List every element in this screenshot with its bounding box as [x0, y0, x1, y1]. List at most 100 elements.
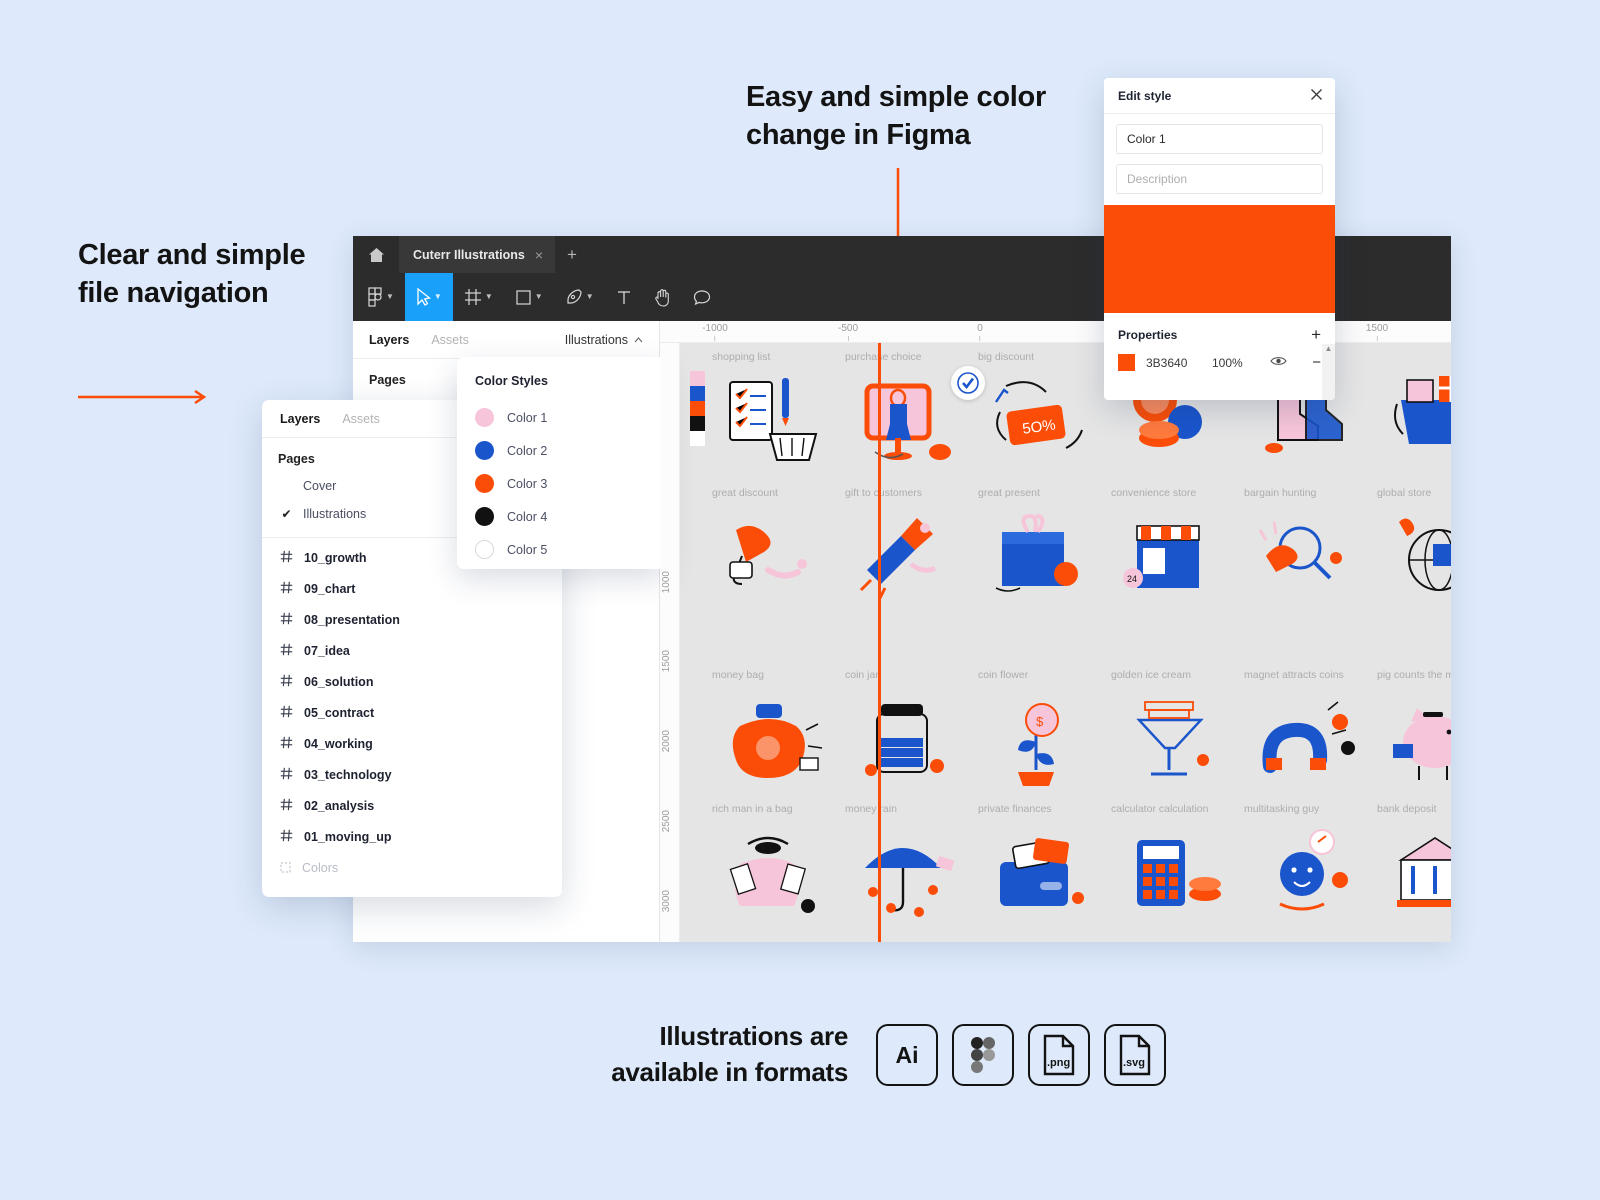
- canvas-swatch: [690, 416, 705, 431]
- format-svg[interactable]: .svg: [1104, 1024, 1166, 1086]
- color-preview[interactable]: [1104, 205, 1335, 313]
- illustration-cell[interactable]: magnet attracts coins: [1244, 669, 1378, 804]
- property-hex[interactable]: 3B3640: [1146, 356, 1212, 370]
- frame-item[interactable]: 05_contract: [262, 697, 562, 728]
- frame-item[interactable]: 02_analysis: [262, 790, 562, 821]
- color-style-item[interactable]: Color 3: [475, 467, 665, 500]
- menu-tool[interactable]: ▼: [357, 273, 405, 321]
- add-property-button[interactable]: +: [1311, 326, 1321, 343]
- illustration-art[interactable]: [1377, 356, 1451, 474]
- illustration-cell[interactable]: money rain: [845, 803, 979, 938]
- frame-tool[interactable]: ▼: [453, 273, 504, 321]
- illustration-cell[interactable]: global store: [1377, 487, 1451, 622]
- hand-tool[interactable]: [643, 273, 682, 321]
- illustration-art[interactable]: [845, 686, 979, 804]
- scroll-up-icon[interactable]: ▲: [1322, 344, 1335, 353]
- tab-layers[interactable]: Layers: [280, 412, 320, 426]
- illustration-cell[interactable]: bank deposit: [1377, 803, 1451, 938]
- illustration-cell[interactable]: purchase choice: [845, 351, 985, 486]
- pen-tool[interactable]: ▼: [554, 273, 605, 321]
- illustration-art[interactable]: [978, 820, 1112, 938]
- canvas-content[interactable]: shopping list purchase choice big discou…: [680, 343, 1451, 942]
- format-png[interactable]: .png: [1028, 1024, 1090, 1086]
- current-page-selector[interactable]: Illustrations: [565, 333, 643, 347]
- eye-icon[interactable]: [1270, 355, 1287, 370]
- remove-property-button[interactable]: −: [1312, 355, 1321, 370]
- tab-assets[interactable]: Assets: [431, 333, 469, 347]
- illustration-cell[interactable]: money bag: [712, 669, 846, 804]
- illustration-art[interactable]: [1377, 504, 1451, 622]
- illustration-cell[interactable]: great present: [978, 487, 1112, 622]
- illustration-cell[interactable]: calculator calculation: [1111, 803, 1245, 938]
- tab-layers[interactable]: Layers: [369, 333, 409, 347]
- tab-assets[interactable]: Assets: [342, 412, 380, 426]
- illustration-cell[interactable]: great discount: [712, 487, 846, 622]
- color-style-item[interactable]: Color 1: [475, 401, 665, 434]
- format-figma[interactable]: [952, 1024, 1014, 1086]
- illustration-art[interactable]: [1244, 686, 1378, 804]
- file-tab[interactable]: Cuterr Illustrations ×: [399, 236, 556, 273]
- file-tab-label: Cuterr Illustrations: [413, 247, 525, 262]
- illustration-art[interactable]: [1111, 686, 1245, 804]
- illustration-art[interactable]: [1377, 820, 1451, 938]
- illustration-cell[interactable]: convenience store 24: [1111, 487, 1245, 622]
- panel-scrollbar[interactable]: ▲: [1322, 344, 1335, 400]
- new-tab-button[interactable]: +: [555, 236, 589, 273]
- illustration-art[interactable]: [712, 686, 846, 804]
- illustration-cell[interactable]: coin flower $: [978, 669, 1112, 804]
- illustration-cell[interactable]: big discount 5O%: [978, 351, 1112, 486]
- frame-item[interactable]: 01_moving_up: [262, 821, 562, 852]
- frame-item[interactable]: Colors: [262, 852, 562, 883]
- color-style-item[interactable]: Color 4: [475, 500, 665, 533]
- close-icon[interactable]: [1310, 88, 1323, 104]
- illustration-art[interactable]: [712, 820, 846, 938]
- illustration-cell[interactable]: shopping list: [712, 351, 846, 486]
- property-swatch[interactable]: [1118, 354, 1135, 371]
- frame-label: 08_presentation: [304, 612, 400, 627]
- component-icon: [280, 860, 291, 876]
- illustration-cell[interactable]: [1377, 351, 1451, 474]
- illustration-art[interactable]: 24: [1111, 504, 1245, 622]
- shape-tool[interactable]: ▼: [504, 273, 554, 321]
- color-style-item[interactable]: Color 5: [475, 533, 665, 566]
- frame-item[interactable]: 09_chart: [262, 573, 562, 604]
- comment-tool[interactable]: [682, 273, 722, 321]
- style-name-input[interactable]: Color 1: [1116, 124, 1323, 154]
- illustration-art[interactable]: [978, 504, 1112, 622]
- illustration-art[interactable]: [1377, 686, 1451, 804]
- illustration-cell[interactable]: pig counts the mo: [1377, 669, 1451, 804]
- color-style-label: Color 5: [507, 542, 548, 557]
- frame-item[interactable]: 07_idea: [262, 635, 562, 666]
- illustration-art[interactable]: [845, 820, 979, 938]
- home-button[interactable]: [353, 236, 399, 273]
- canvas[interactable]: -1000-50005001000150040004500 1000150020…: [660, 321, 1451, 942]
- illustration-art[interactable]: [1244, 820, 1378, 938]
- illustration-art[interactable]: $: [978, 686, 1112, 804]
- illustration-art[interactable]: [712, 504, 846, 622]
- frame-item[interactable]: 03_technology: [262, 759, 562, 790]
- text-tool[interactable]: [605, 273, 643, 321]
- illustration-art[interactable]: [845, 366, 985, 486]
- illustration-cell[interactable]: coin jar: [845, 669, 979, 804]
- illustration-cell[interactable]: rich man in a bag: [712, 803, 846, 938]
- format-ai[interactable]: Ai: [876, 1024, 938, 1086]
- square-icon: [516, 289, 531, 305]
- frame-item[interactable]: 06_solution: [262, 666, 562, 697]
- illustration-art[interactable]: [845, 504, 979, 622]
- illustration-art[interactable]: [712, 368, 846, 486]
- illustration-cell[interactable]: private finances: [978, 803, 1112, 938]
- property-opacity[interactable]: 100%: [1212, 356, 1270, 370]
- move-tool[interactable]: ▼: [404, 273, 453, 321]
- illustration-art[interactable]: [1111, 820, 1245, 938]
- style-description-input[interactable]: Description: [1116, 164, 1323, 194]
- close-icon[interactable]: ×: [535, 247, 543, 263]
- frame-item[interactable]: 08_presentation: [262, 604, 562, 635]
- frame-item[interactable]: 04_working: [262, 728, 562, 759]
- illustration-cell[interactable]: bargain hunting: [1244, 487, 1378, 622]
- illustration-art[interactable]: 5O%: [978, 368, 1112, 486]
- illustration-cell[interactable]: multitasking guy: [1244, 803, 1378, 938]
- illustration-art[interactable]: [1244, 504, 1378, 622]
- illustration-cell[interactable]: golden ice cream: [1111, 669, 1245, 804]
- illustration-cell[interactable]: gift to customers: [845, 487, 979, 622]
- color-style-item[interactable]: Color 2: [475, 434, 665, 467]
